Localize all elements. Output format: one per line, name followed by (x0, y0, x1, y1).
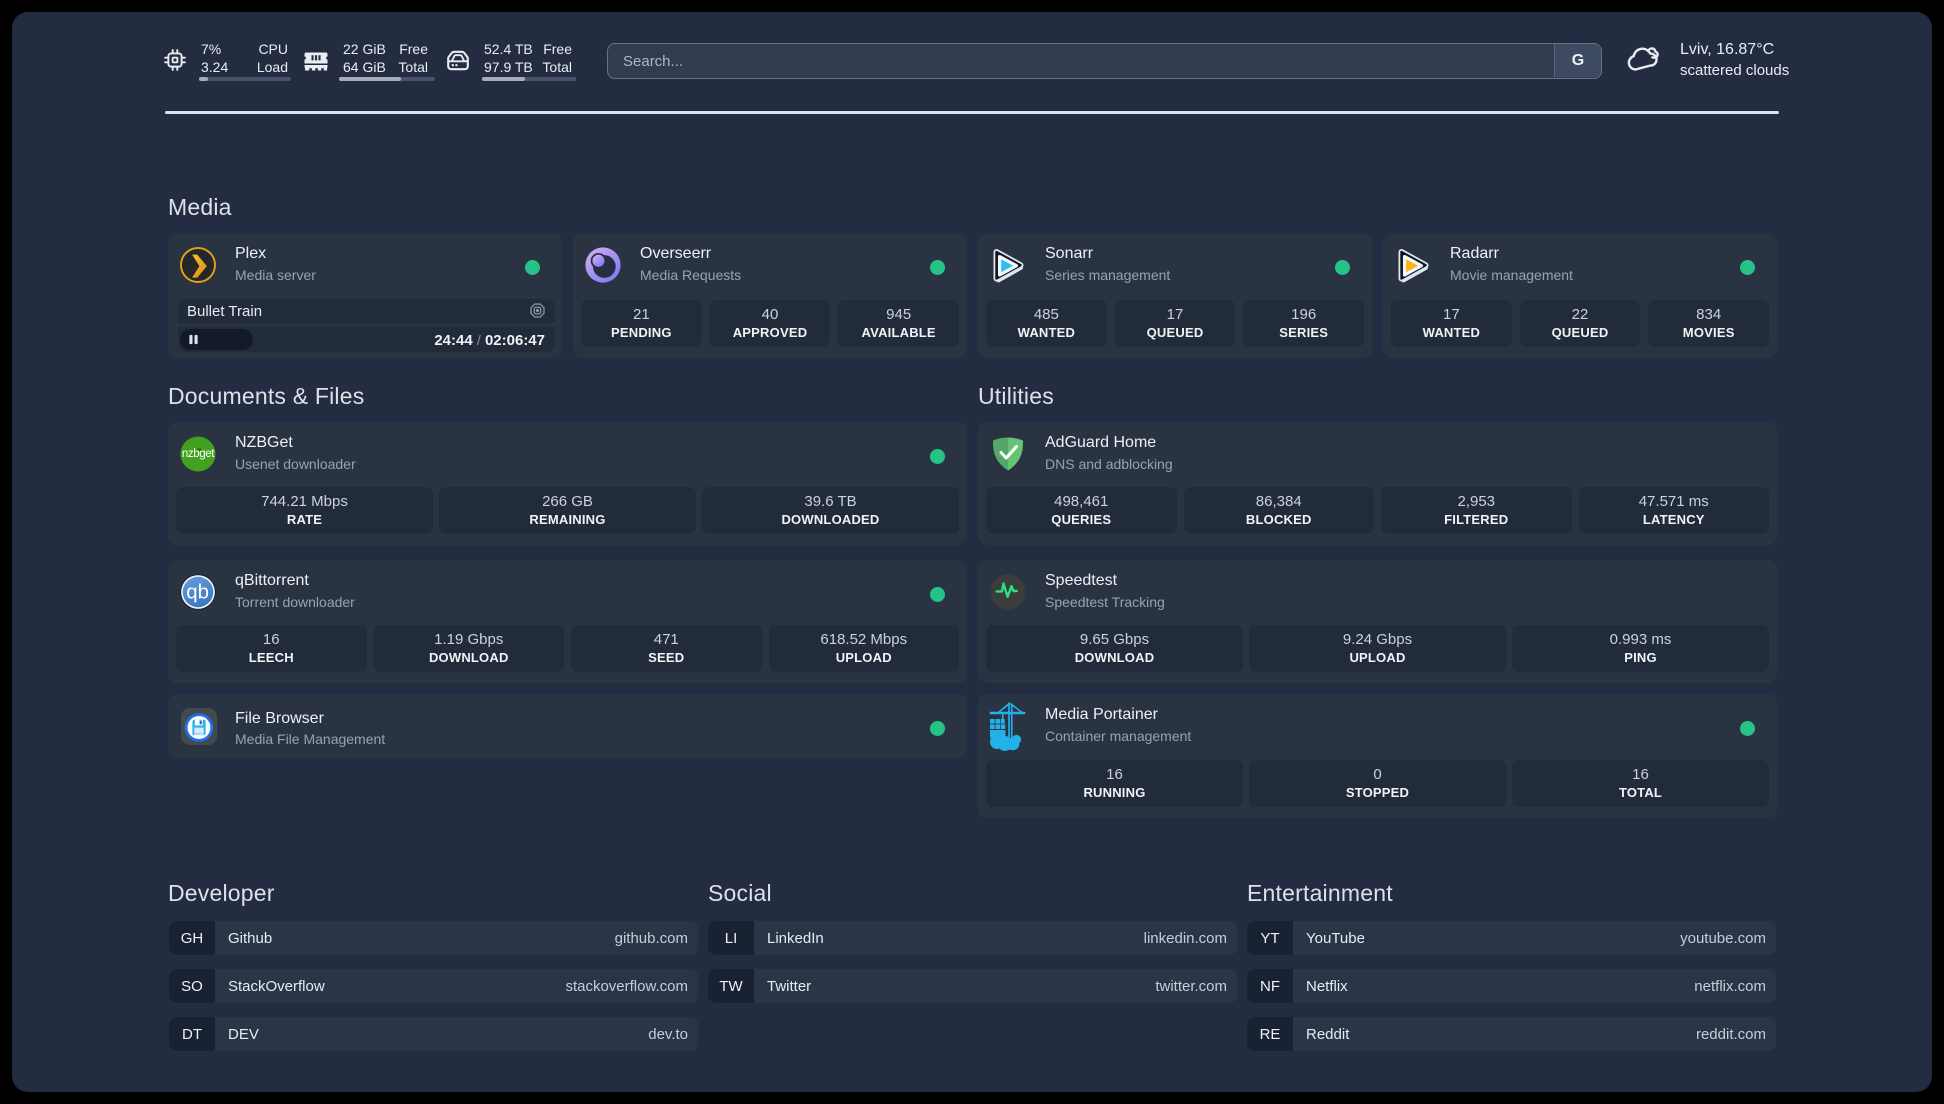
svg-text:nzbget: nzbget (182, 448, 215, 460)
svg-text:qb: qb (186, 580, 209, 603)
